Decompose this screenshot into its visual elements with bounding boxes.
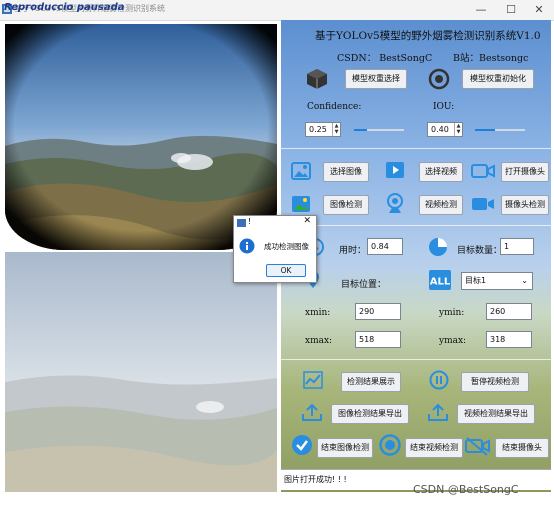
camera-icon [471,161,495,181]
iou-value: 0.40 [431,125,449,134]
spin-arrows-icon[interactable]: ▲ ▼ [454,123,462,136]
iou-label: IOU: [433,102,455,112]
dialog-titlebar: ! ✕ [234,216,316,230]
model-weight-init-button[interactable]: 模型权重初始化 [462,69,534,89]
detection-result-image [5,252,277,492]
pie-chart-icon [427,236,449,258]
window-titlebar: 基于YOLOv5模型的野外烟雾检测识别系统 Reproduccio pausad… [0,0,554,21]
target-select-value: 目标1 [465,276,487,285]
camera-off-icon [465,436,491,456]
bilibili-label: B站：Bestsongc [453,53,529,64]
ymin-field[interactable]: 260 [486,303,532,320]
line-chart-icon [303,371,323,389]
ymin-label: ymin: [439,308,465,318]
confidence-slider[interactable] [354,129,404,131]
xmin-label: xmin: [305,308,331,318]
export-image-results-button[interactable]: 图像检测结果导出 [331,404,409,424]
check-circle-icon [291,434,313,456]
svg-text:ALL: ALL [430,277,451,288]
divider [281,359,551,360]
dialog-close-button[interactable]: ✕ [303,216,311,226]
divider [281,148,551,149]
dialog-message: 成功检测图像 [264,242,309,251]
target-count-field[interactable]: 1 [500,238,534,255]
image-icon [291,161,311,181]
csdn-label: CSDN： BestSongC [337,53,433,64]
end-video-detect-button[interactable]: 结束视频检测 [405,438,463,458]
time-label: 用时： [339,246,367,256]
video-detect-button[interactable]: 视频检测 [419,195,463,215]
minimize-button[interactable]: — [466,0,496,20]
confidence-spinbox[interactable]: 0.25 ▲ ▼ [305,122,341,137]
export-video-results-button[interactable]: 视频检测结果导出 [457,404,535,424]
dialog-ok-button[interactable]: OK [266,264,306,277]
control-panel: 基于YOLOv5模型的野外烟雾检测识别系统V1.0 CSDN： BestSong… [281,20,551,492]
divider [281,225,551,226]
message-dialog: ! ✕ 成功检测图像 OK [233,215,317,283]
model-weight-select-button[interactable]: 模型权重选择 [345,69,407,89]
webcam-icon [385,192,405,214]
ymax-label: ymax: [439,336,467,346]
confidence-value: 0.25 [309,125,327,134]
window-close-button[interactable]: ✕ [524,0,554,20]
target-count-label: 目标数量： [457,246,503,256]
iou-slider-fill [475,129,495,131]
image-detect-button[interactable]: 图像检测 [323,195,369,215]
open-camera-button[interactable]: 打开摄像头 [501,162,549,182]
xmin-field[interactable]: 290 [355,303,401,320]
chevron-down-icon: ⌄ [521,276,528,285]
maximize-button[interactable]: ☐ [496,0,526,20]
end-image-detect-button[interactable]: 结束图像检测 [317,438,373,458]
upload-icon [427,402,449,422]
target-position-label: 目标位置： [341,280,387,290]
playback-overlay-title: Reproduccio pausada [4,2,125,13]
dialog-title: ! [248,217,252,226]
info-icon [239,238,255,257]
video-icon [385,160,405,180]
xmax-label: xmax: [305,336,333,346]
time-field[interactable]: 0.84 [367,238,403,255]
iou-slider[interactable] [475,129,525,131]
page-title: 基于YOLOv5模型的野外烟雾检测识别系统V1.0 [315,30,541,42]
confidence-slider-fill [354,129,367,131]
detection-image-panel [5,252,277,492]
pause-video-detect-button[interactable]: 暂停视频检测 [461,372,529,392]
select-image-button[interactable]: 选择图像 [323,162,369,182]
spin-arrows-icon[interactable]: ▲ ▼ [332,123,340,136]
select-video-button[interactable]: 选择视频 [419,162,463,182]
camera-detect-button[interactable]: 摄像头检测 [501,195,549,215]
image-detect-icon [291,194,311,214]
watermark: CSDN @BestSongC [413,483,519,496]
target-select-dropdown[interactable]: 目标1 ⌄ [461,272,533,290]
confidence-label: Confidence: [307,102,362,112]
ymax-field[interactable]: 318 [486,331,532,348]
upload-icon [301,402,323,422]
show-results-button[interactable]: 检测结果展示 [341,372,401,392]
target-icon [427,67,451,91]
video-camera-icon [471,195,495,213]
all-icon: ALL [429,270,451,290]
iou-spinbox[interactable]: 0.40 ▲ ▼ [427,122,463,137]
dialog-app-icon [237,219,246,227]
end-camera-button[interactable]: 结束摄像头 [495,438,549,458]
xmax-field[interactable]: 518 [355,331,401,348]
pause-icon [429,370,449,390]
cube-icon [305,67,329,91]
stop-circle-icon [379,434,401,456]
